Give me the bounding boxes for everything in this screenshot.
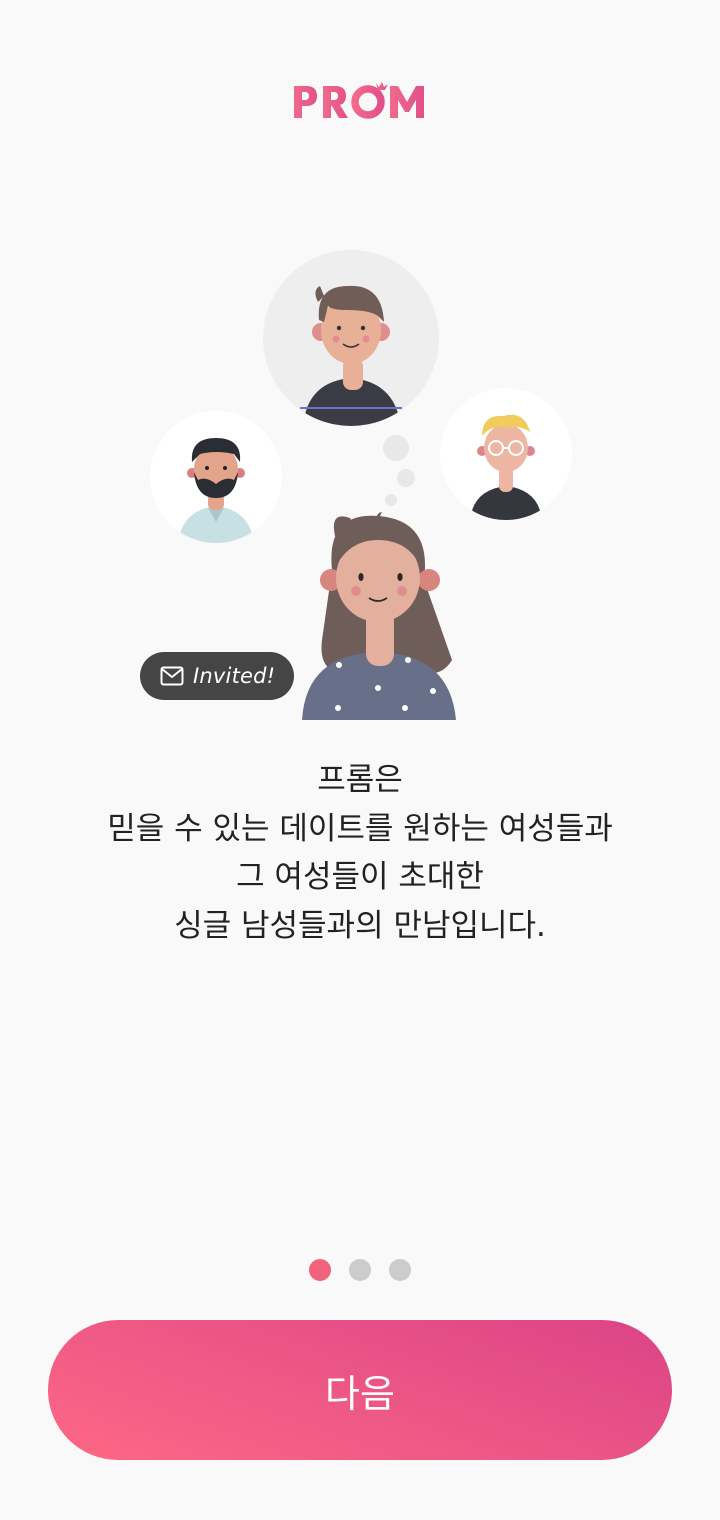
- invited-badge: Invited!: [140, 652, 294, 700]
- onboarding-description: 프롬은 믿을 수 있는 데이트를 원하는 여성들과 그 여성들이 초대한 싱글 …: [40, 756, 680, 950]
- invited-label: Invited!: [193, 664, 276, 688]
- man-avatar-top: [263, 250, 439, 426]
- page-dot-3[interactable]: [389, 1259, 411, 1281]
- woman-figure: [302, 512, 456, 720]
- description-line: 믿을 수 있는 데이트를 원하는 여성들과: [107, 810, 613, 847]
- onboarding-illustration: [150, 250, 572, 720]
- onboarding-screen: Invited! 프롬은 믿을 수 있는 데이트를 원하는 여성들과 그 여성들…: [0, 0, 720, 1520]
- description-line: 싱글 남성들과의 만남입니다.: [174, 907, 546, 944]
- description-line: 그 여성들이 초대한: [236, 859, 484, 895]
- prom-logo: [294, 82, 424, 119]
- next-button[interactable]: 다음: [48, 1320, 672, 1460]
- man-avatar-left: [150, 411, 282, 543]
- page-dot-2[interactable]: [349, 1259, 371, 1281]
- description-line: 프롬은: [317, 762, 403, 798]
- page-dot-1[interactable]: [309, 1259, 331, 1281]
- thought-bubbles: [383, 435, 415, 506]
- envelope-icon: [160, 666, 184, 686]
- page-indicator: [309, 1259, 411, 1281]
- man-avatar-right: [440, 388, 572, 520]
